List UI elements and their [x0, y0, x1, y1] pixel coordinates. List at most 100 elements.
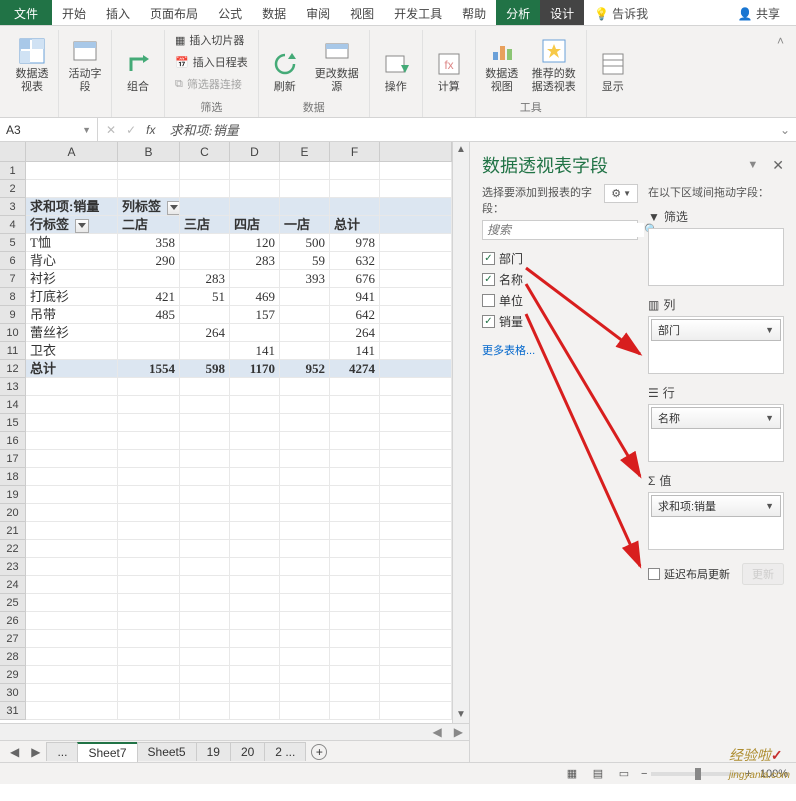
cell[interactable] — [280, 612, 330, 630]
cell[interactable] — [330, 684, 380, 702]
tab-data[interactable]: 数据 — [252, 0, 296, 25]
cell[interactable]: 吊带 — [26, 306, 118, 324]
row-header[interactable]: 24 — [0, 576, 26, 594]
row-header[interactable]: 31 — [0, 702, 26, 720]
row-header[interactable]: 26 — [0, 612, 26, 630]
confirm-icon[interactable]: ✓ — [126, 123, 136, 137]
row-header[interactable]: 17 — [0, 450, 26, 468]
insert-slicer-button[interactable]: ▦插入切片器 — [171, 30, 252, 50]
cell[interactable] — [330, 432, 380, 450]
cell[interactable] — [380, 396, 452, 414]
cell[interactable] — [230, 594, 280, 612]
cell[interactable] — [26, 468, 118, 486]
col-header-rest[interactable] — [380, 142, 452, 162]
cell[interactable] — [230, 162, 280, 180]
cell[interactable] — [380, 180, 452, 198]
cell[interactable] — [230, 180, 280, 198]
cell[interactable] — [330, 468, 380, 486]
row-header[interactable]: 6 — [0, 252, 26, 270]
cell[interactable] — [26, 396, 118, 414]
cell[interactable] — [230, 666, 280, 684]
cell[interactable] — [280, 684, 330, 702]
cell[interactable] — [280, 648, 330, 666]
cell[interactable]: 393 — [280, 270, 330, 288]
sheet-ellipsis[interactable]: ... — [46, 742, 78, 761]
cell[interactable] — [230, 684, 280, 702]
recommended-pivot-button[interactable]: 推荐的数据透视表 — [528, 30, 580, 96]
cell[interactable] — [180, 648, 230, 666]
cell[interactable] — [180, 162, 230, 180]
cell[interactable] — [118, 342, 180, 360]
cell[interactable]: 59 — [280, 252, 330, 270]
cell[interactable]: 打底衫 — [26, 288, 118, 306]
cell[interactable] — [180, 450, 230, 468]
scroll-left-icon[interactable]: ◀ — [427, 725, 448, 739]
row-header[interactable]: 23 — [0, 558, 26, 576]
cell[interactable] — [330, 414, 380, 432]
cell[interactable] — [118, 180, 180, 198]
row-header[interactable]: 25 — [0, 594, 26, 612]
row-header[interactable]: 15 — [0, 414, 26, 432]
tab-analyze[interactable]: 分析 — [496, 0, 540, 25]
cell[interactable] — [26, 648, 118, 666]
cell[interactable] — [380, 540, 452, 558]
defer-checkbox[interactable] — [648, 568, 660, 580]
cell[interactable] — [118, 432, 180, 450]
row-header[interactable]: 19 — [0, 486, 26, 504]
cell[interactable]: 120 — [230, 234, 280, 252]
cell[interactable] — [230, 522, 280, 540]
cell[interactable] — [26, 180, 118, 198]
cell[interactable] — [330, 594, 380, 612]
cell[interactable] — [26, 666, 118, 684]
cell[interactable] — [26, 540, 118, 558]
cell[interactable] — [180, 576, 230, 594]
cell[interactable] — [230, 396, 280, 414]
cell[interactable] — [118, 378, 180, 396]
cell[interactable] — [230, 468, 280, 486]
cell[interactable]: 941 — [330, 288, 380, 306]
cell[interactable] — [230, 576, 280, 594]
search-input[interactable] — [487, 223, 644, 237]
cell[interactable] — [330, 180, 380, 198]
values-drop-zone[interactable]: 求和项:销量▼ — [648, 492, 784, 550]
cell[interactable]: 总计 — [26, 360, 118, 378]
pivottable-button[interactable]: 数据透视表 — [12, 30, 52, 96]
actions-button[interactable]: 操作 — [376, 30, 416, 96]
cell[interactable] — [280, 198, 330, 216]
cell[interactable] — [380, 612, 452, 630]
tab-review[interactable]: 审阅 — [296, 0, 340, 25]
cell[interactable] — [180, 522, 230, 540]
col-header-A[interactable]: A — [26, 142, 118, 162]
cell[interactable]: 51 — [180, 288, 230, 306]
select-all-corner[interactable] — [0, 142, 26, 162]
cell[interactable] — [380, 558, 452, 576]
scroll-up-icon[interactable]: ▲ — [453, 142, 469, 158]
cell[interactable] — [380, 252, 452, 270]
field-item[interactable]: 部门 — [482, 248, 638, 269]
sheet-20[interactable]: 20 — [230, 742, 265, 761]
cell[interactable] — [180, 180, 230, 198]
cell[interactable] — [230, 486, 280, 504]
cell[interactable] — [280, 666, 330, 684]
row-header[interactable]: 30 — [0, 684, 26, 702]
cell[interactable] — [26, 684, 118, 702]
cell[interactable] — [380, 414, 452, 432]
cell[interactable] — [118, 612, 180, 630]
field-item[interactable]: 单位 — [482, 290, 638, 311]
pane-dropdown-icon[interactable]: ▼ — [747, 159, 758, 171]
columns-drop-zone[interactable]: 部门▼ — [648, 316, 784, 374]
cell[interactable] — [330, 522, 380, 540]
cell[interactable] — [380, 576, 452, 594]
cell[interactable]: 157 — [230, 306, 280, 324]
cell[interactable] — [118, 162, 180, 180]
cell[interactable]: 4274 — [330, 360, 380, 378]
cell[interactable]: 290 — [118, 252, 180, 270]
rows-drop-zone[interactable]: 名称▼ — [648, 404, 784, 462]
tab-formulas[interactable]: 公式 — [208, 0, 252, 25]
cell[interactable] — [118, 324, 180, 342]
cell[interactable] — [230, 414, 280, 432]
cell[interactable] — [180, 612, 230, 630]
cell[interactable] — [230, 612, 280, 630]
cell[interactable] — [230, 270, 280, 288]
col-header-C[interactable]: C — [180, 142, 230, 162]
